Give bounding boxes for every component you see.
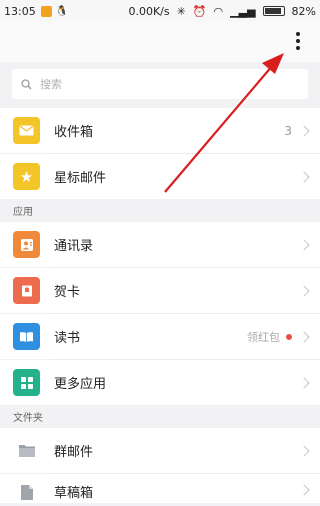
contacts-tile	[13, 231, 40, 258]
more-dot-icon	[296, 39, 300, 43]
book-icon	[20, 331, 33, 342]
status-right: 0.00K/s ✳ ⏰ ◠ ▁▃▅ 82%	[128, 5, 316, 18]
chevron-right-icon	[298, 484, 310, 496]
search-box[interactable]	[12, 69, 308, 99]
starred-label: 星标邮件	[54, 171, 107, 186]
notification-icon	[40, 5, 52, 17]
contacts-label: 通讯录	[54, 239, 94, 254]
qq-icon: 🐧	[55, 5, 69, 17]
reading-row[interactable]: 读书 领红包	[0, 314, 320, 359]
greeting-card-icon	[21, 285, 32, 296]
reading-tile	[13, 323, 40, 350]
drafts-tile	[13, 479, 40, 506]
reading-right: 领红包	[247, 329, 310, 345]
section-apps-label: 应用	[13, 207, 33, 218]
notification-dot	[286, 333, 292, 340]
starred-right	[298, 170, 310, 183]
group-mail-right	[298, 444, 310, 457]
bluetooth-icon: ✳	[176, 4, 186, 18]
inbox-row[interactable]: 收件箱 3	[0, 108, 320, 153]
more-dot-icon	[296, 32, 300, 36]
chevron-right-icon	[298, 124, 310, 137]
contacts-right	[298, 238, 310, 251]
cards-right	[298, 284, 310, 297]
draft-document-icon	[20, 485, 33, 500]
battery-icon	[262, 6, 285, 16]
group-mail-row[interactable]: 群邮件	[0, 428, 320, 473]
chevron-right-icon	[298, 444, 310, 457]
section-header-apps: 应用	[0, 199, 320, 222]
search-area	[0, 62, 320, 108]
status-time: 13:05	[4, 4, 36, 18]
wifi-icon: ◠	[213, 4, 224, 18]
battery-fill	[264, 8, 281, 14]
star-icon: ★	[19, 167, 34, 186]
search-icon	[21, 78, 32, 89]
section-folders-label: 文件夹	[13, 413, 43, 424]
top-bar	[0, 22, 320, 62]
chevron-right-icon	[298, 376, 310, 389]
red-packet-hint: 领红包	[247, 330, 280, 344]
envelope-icon	[19, 125, 34, 136]
more-apps-tile	[13, 369, 40, 396]
more-apps-label: 更多应用	[54, 377, 107, 392]
group-mail-tile	[13, 437, 40, 464]
cards-row[interactable]: 贺卡	[0, 268, 320, 313]
chevron-right-icon	[298, 330, 310, 343]
inbox-right: 3	[284, 123, 310, 138]
battery-percent: 82%	[291, 4, 316, 18]
grid-icon	[20, 376, 33, 389]
contacts-icon	[20, 238, 33, 251]
section-header-folders: 文件夹	[0, 405, 320, 428]
drafts-row[interactable]: 草稿箱	[0, 474, 320, 503]
cards-label: 贺卡	[54, 285, 81, 300]
more-menu-button[interactable]	[284, 26, 312, 56]
signal-icon: ▁▃▅	[230, 4, 256, 18]
chevron-right-icon	[298, 238, 310, 251]
star-tile: ★	[13, 163, 40, 190]
inbox-count: 3	[284, 123, 292, 138]
inbox-tile	[13, 117, 40, 144]
chevron-right-icon	[298, 170, 310, 183]
reading-label: 读书	[54, 331, 81, 346]
starred-row[interactable]: ★ 星标邮件	[0, 154, 320, 199]
chevron-right-icon	[298, 284, 310, 297]
network-speed: 0.00K/s	[128, 4, 170, 18]
folder-icon	[18, 445, 35, 457]
inbox-label: 收件箱	[54, 125, 94, 140]
cards-tile	[13, 277, 40, 304]
alarm-icon: ⏰	[192, 4, 207, 18]
drafts-label: 草稿箱	[54, 486, 94, 501]
status-bar: 13:05 🐧 0.00K/s ✳ ⏰ ◠ ▁▃▅ 82%	[0, 0, 320, 22]
contacts-row[interactable]: 通讯录	[0, 222, 320, 267]
more-apps-right	[298, 376, 310, 389]
more-dot-icon	[296, 46, 300, 50]
drafts-right	[298, 482, 310, 496]
search-input[interactable]	[38, 76, 292, 92]
group-mail-label: 群邮件	[54, 445, 94, 460]
more-apps-row[interactable]: 更多应用	[0, 360, 320, 405]
